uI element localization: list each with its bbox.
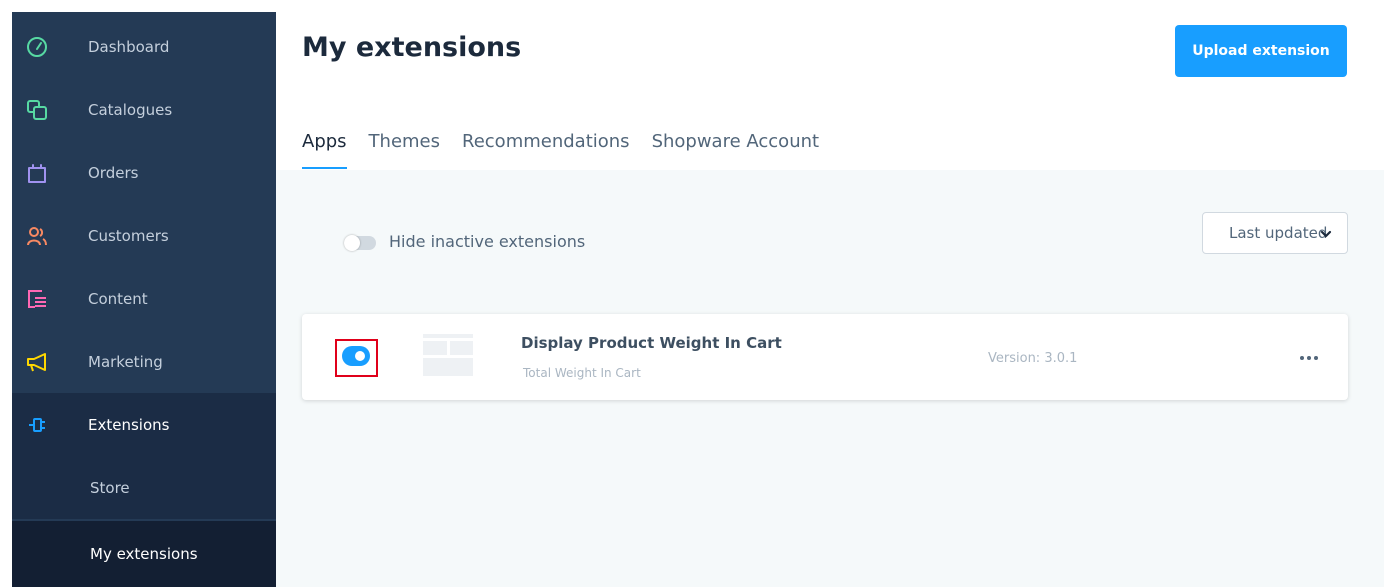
shopping-bag-icon (28, 163, 46, 183)
page-header: My extensions Upload extension Apps Them… (276, 0, 1384, 170)
sidebar-item-label: Extensions (88, 415, 170, 434)
sidebar-item-orders[interactable]: Orders (12, 141, 276, 204)
sort-select[interactable]: Last updated (1202, 212, 1348, 254)
sidebar-item-extensions[interactable]: Extensions (12, 393, 276, 456)
tab-apps[interactable]: Apps (302, 131, 347, 171)
extension-card: Display Product Weight In Cart Total Wei… (302, 314, 1348, 400)
extension-active-switch[interactable] (342, 346, 370, 366)
sidebar-item-label: Orders (88, 163, 139, 182)
extension-placeholder-icon (423, 334, 473, 376)
sidebar-subitem-my-extensions[interactable]: My extensions (12, 521, 276, 587)
extensions-content: Hide inactive extensions Last updated Di… (276, 170, 1384, 587)
sidebar-item-label: Content (88, 289, 148, 308)
hide-inactive-label: Hide inactive extensions (389, 232, 586, 251)
extension-description: Total Weight In Cart (523, 366, 641, 380)
sidebar-item-label: My extensions (90, 545, 198, 563)
plug-icon (29, 417, 45, 432)
tab-bar: Apps Themes Recommendations Shopware Acc… (302, 131, 841, 171)
upload-extension-button[interactable]: Upload extension (1175, 25, 1347, 77)
extension-version: Version: 3.0.1 (988, 351, 1078, 366)
sidebar-item-label: Catalogues (88, 100, 173, 119)
hide-inactive-toggle[interactable] (344, 235, 376, 251)
content-icon (28, 289, 46, 308)
tab-shopware-account[interactable]: Shopware Account (652, 131, 820, 171)
dashboard-gauge-icon (27, 36, 47, 57)
sidebar-item-content[interactable]: Content (12, 267, 276, 330)
app-root: Dashboard Catalogues Orders Customers Co… (0, 0, 1384, 587)
sidebar-item-marketing[interactable]: Marketing (12, 330, 276, 393)
tab-recommendations[interactable]: Recommendations (462, 131, 630, 171)
catalogues-icon (27, 99, 47, 120)
sidebar-item-customers[interactable]: Customers (12, 204, 276, 267)
sidebar: Dashboard Catalogues Orders Customers Co… (12, 12, 276, 587)
tab-themes[interactable]: Themes (369, 131, 440, 171)
megaphone-icon (27, 352, 46, 371)
page-title: My extensions (302, 32, 522, 63)
sidebar-subitem-store[interactable]: Store (12, 456, 276, 519)
sidebar-item-dashboard[interactable]: Dashboard (12, 15, 276, 78)
sidebar-item-label: Dashboard (88, 37, 170, 56)
sidebar-item-catalogues[interactable]: Catalogues (12, 78, 276, 141)
customers-icon (27, 226, 47, 245)
sidebar-item-label: Store (90, 478, 130, 497)
sidebar-item-label: Marketing (88, 352, 163, 371)
sidebar-item-label: Customers (88, 226, 169, 245)
more-options-icon[interactable] (1297, 350, 1321, 366)
chevron-down-icon (1320, 230, 1332, 238)
sort-select-value: Last updated (1229, 224, 1328, 242)
extension-name: Display Product Weight In Cart (521, 334, 782, 352)
